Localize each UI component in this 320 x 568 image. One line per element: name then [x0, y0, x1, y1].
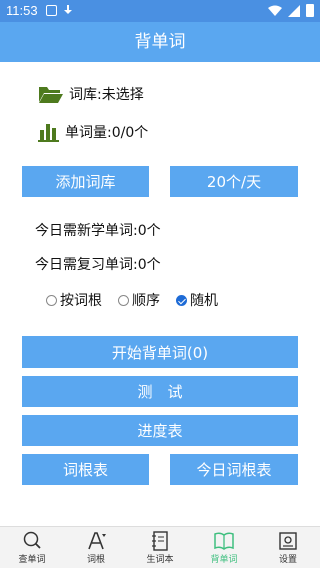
radio-by-root[interactable]: 按词根 [46, 290, 102, 310]
nav-item-memorize[interactable]: 背单词 [192, 527, 256, 568]
gallery-notification-icon [46, 5, 57, 16]
order-radio-group: 按词根 顺序 随机 [46, 290, 218, 310]
root-table-button[interactable]: 词根表 [22, 454, 149, 485]
today-new-words: 今日需新学单词:0个 [35, 223, 161, 239]
word-count-row: 单词量:0/0个 [38, 121, 148, 143]
today-review-words: 今日需复习单词:0个 [35, 257, 161, 273]
add-library-button[interactable]: 添加词库 [22, 166, 149, 197]
radio-random[interactable]: 随机 [176, 290, 218, 310]
font-icon [88, 532, 106, 550]
nav-item-lookup[interactable]: 查单词 [0, 527, 64, 568]
battery-icon [306, 4, 314, 17]
nav-item-roots[interactable]: 词根 [64, 527, 128, 568]
main-content: 词库:未选择 单词量:0/0个 添加词库 20个/天 今日需新学单词:0个 今日… [0, 62, 320, 526]
word-count-label: 单词量:0/0个 [65, 125, 149, 141]
notebook-icon [152, 531, 168, 551]
signal-icon [288, 4, 300, 17]
radio-sequential[interactable]: 顺序 [118, 290, 160, 310]
nav-item-vocab-book[interactable]: 生词本 [128, 527, 192, 568]
nav-item-settings[interactable]: 设置 [256, 527, 320, 568]
status-bar: 11:53 [0, 0, 320, 22]
search-icon [23, 531, 41, 549]
test-button[interactable]: 测 试 [22, 376, 298, 407]
wifi-icon [268, 5, 282, 16]
library-label: 词库:未选择 [69, 87, 144, 103]
today-root-table-button[interactable]: 今日词根表 [170, 454, 298, 485]
progress-button[interactable]: 进度表 [22, 415, 298, 446]
status-time: 11:53 [6, 3, 38, 18]
book-icon [214, 532, 234, 550]
per-day-button[interactable]: 20个/天 [170, 166, 298, 197]
page-title: 背单词 [0, 22, 320, 62]
bar-chart-icon [38, 124, 59, 142]
start-memorize-button[interactable]: 开始背单词(0) [22, 336, 298, 368]
bottom-navigation: 查单词 词根 生词本 背单词 设置 [0, 526, 320, 568]
download-icon [63, 5, 73, 17]
settings-icon [279, 532, 297, 550]
library-row[interactable]: 词库:未选择 [38, 84, 144, 104]
folder-icon [39, 87, 63, 103]
